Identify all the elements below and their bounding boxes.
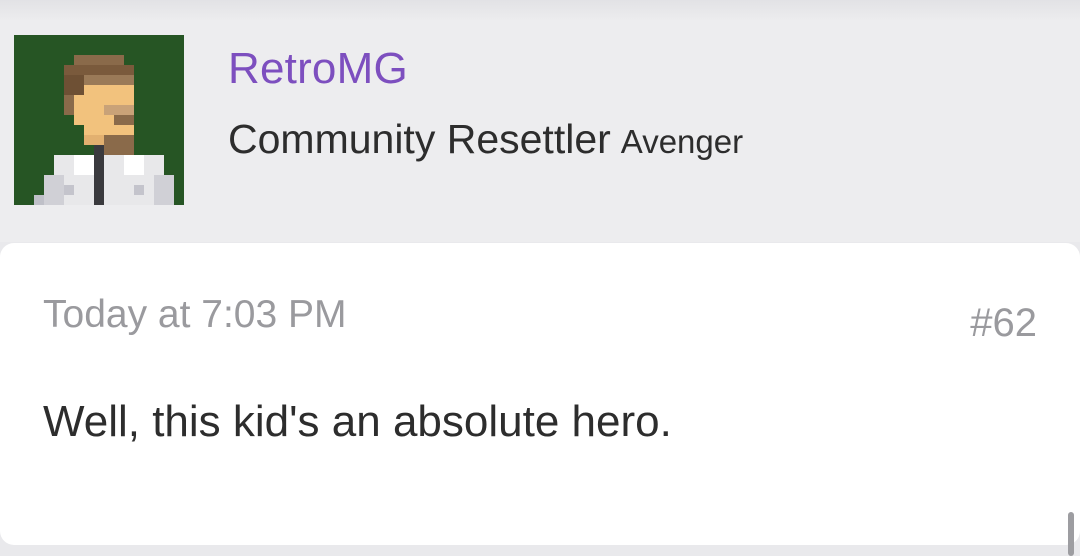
username-link[interactable]: RetroMG bbox=[228, 44, 408, 94]
post-timestamp[interactable]: Today at 7:03 PM bbox=[43, 293, 347, 337]
post-body-text: Well, this kid's an absolute hero. bbox=[43, 397, 672, 446]
post-card: Today at 7:03 PM #62 Well, this kid's an… bbox=[0, 243, 1080, 545]
bottom-edge bbox=[0, 545, 1080, 556]
user-title-line: Community Resettler Avenger bbox=[228, 116, 743, 163]
post-author-header: RetroMG Community Resettler Avenger bbox=[0, 20, 1080, 242]
pixel-art-portrait-icon bbox=[14, 35, 184, 205]
avatar[interactable] bbox=[14, 35, 184, 205]
post-number-link[interactable]: #62 bbox=[970, 301, 1037, 346]
user-rank-badge: Avenger bbox=[620, 123, 744, 160]
user-title: Community Resettler bbox=[228, 116, 611, 162]
top-edge bbox=[0, 0, 1080, 20]
scrollbar-thumb[interactable] bbox=[1068, 512, 1074, 556]
